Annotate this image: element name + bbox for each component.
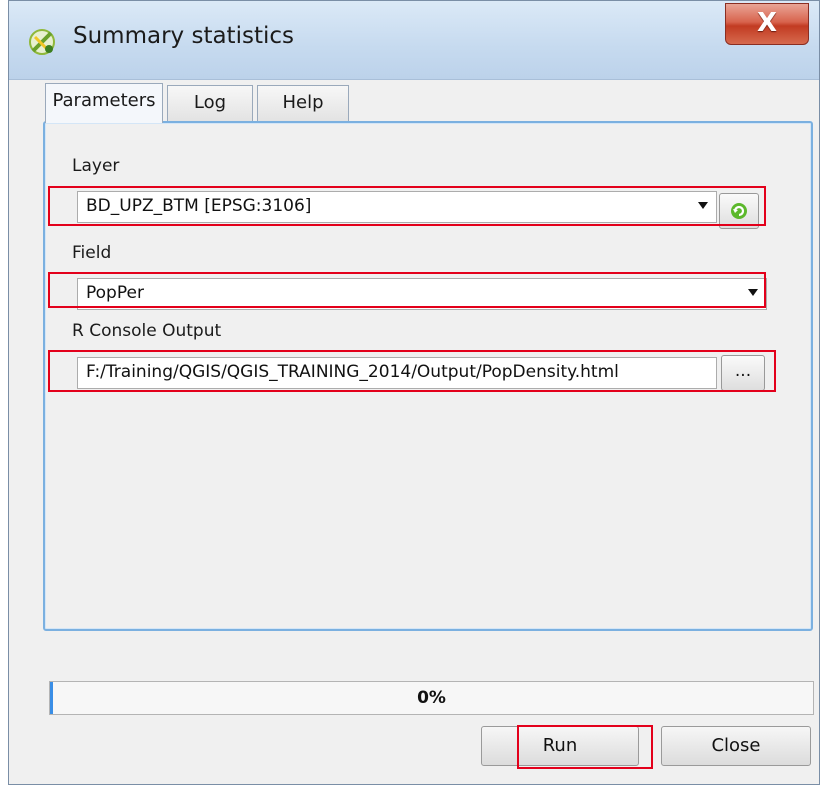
window-title: Summary statistics <box>73 23 294 49</box>
progress-text: 0% <box>417 688 446 708</box>
refresh-layer-button[interactable] <box>719 193 759 229</box>
run-button[interactable]: Run <box>481 726 639 766</box>
tab-help[interactable]: Help <box>257 85 349 121</box>
tab-parameters[interactable]: Parameters <box>45 83 163 123</box>
title-bar: Summary statistics X <box>9 1 819 80</box>
output-path-input[interactable]: F:/Training/QGIS/QGIS_TRAINING_2014/Outp… <box>77 357 717 389</box>
dialog-window: Summary statistics X Parameters Log Help… <box>8 0 820 785</box>
layer-select[interactable]: BD_UPZ_BTM [EPSG:3106] <box>77 191 717 223</box>
progress-bar: 0% <box>49 681 814 715</box>
browse-button[interactable]: ... <box>721 355 765 391</box>
refresh-icon <box>731 203 747 219</box>
close-button[interactable]: Close <box>661 726 811 766</box>
qgis-icon <box>29 29 55 55</box>
chevron-down-icon <box>748 289 758 296</box>
field-label: Field <box>72 243 112 263</box>
output-label: R Console Output <box>72 321 222 341</box>
close-window-button[interactable]: X <box>725 3 809 45</box>
tab-log[interactable]: Log <box>167 85 253 121</box>
progress-fill <box>50 682 53 714</box>
layer-label: Layer <box>72 156 120 176</box>
field-select[interactable]: PopPer <box>77 278 767 310</box>
layer-value: BD_UPZ_BTM [EPSG:3106] <box>86 196 312 216</box>
chevron-down-icon <box>698 202 708 209</box>
field-value: PopPer <box>86 283 144 303</box>
